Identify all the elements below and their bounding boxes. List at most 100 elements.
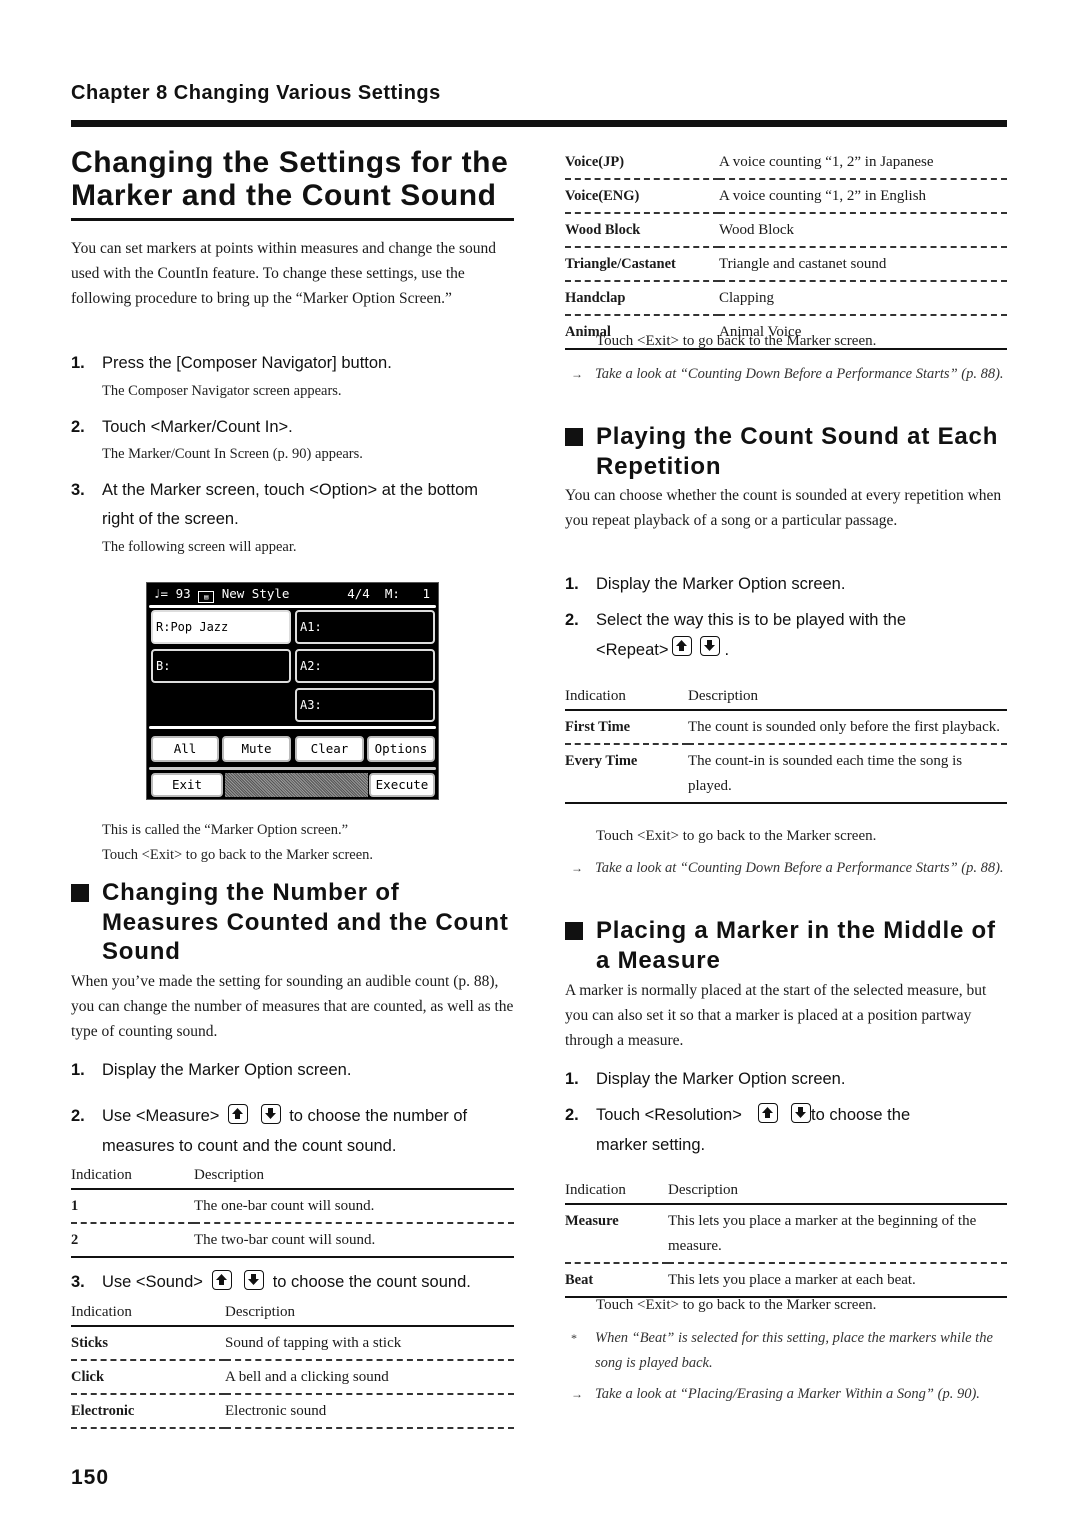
cross-reference: → Take a look at “Placing/Erasing a Mark… <box>565 1382 1007 1407</box>
step-result: The Composer Navigator screen appears. <box>102 383 342 399</box>
section2-step-2: 2. Select the way this is to be played w… <box>565 606 906 635</box>
screen-divider <box>149 767 436 770</box>
pad-rhythm[interactable]: R:Pop Jazz <box>151 610 291 644</box>
all-clear-button[interactable]: All Clear <box>151 736 219 778</box>
description-cell: The count-in is sounded each time the so… <box>688 744 1007 804</box>
procedure-step-2: 2. Touch <Marker/Count In>. <box>71 413 511 442</box>
column-header: Indication <box>565 683 688 711</box>
column-header: Description <box>194 1162 514 1190</box>
section-body: You can choose whether the count is soun… <box>565 487 1002 530</box>
table-row: Click A bell and a clicking sound <box>71 1360 514 1395</box>
indication-cell: Triangle/Castanet <box>565 247 719 282</box>
step-text: Use <Sound> <box>102 1273 203 1291</box>
screen-divider <box>149 605 436 608</box>
indication-cell: 1 <box>71 1189 194 1224</box>
section3-step-2: 2. Touch <Resolution> to choose the <box>565 1101 1007 1130</box>
exit-note: Touch <Exit> to go back to the Marker sc… <box>102 847 374 863</box>
down-arrow-icon <box>700 636 721 656</box>
intro-paragraph: You can set markers at points within mea… <box>71 240 497 308</box>
pad-a3[interactable]: A3: <box>295 688 435 722</box>
step-text: Press the [Composer Navigator] button. <box>102 354 392 372</box>
step-text: to choose the count sound. <box>272 1273 471 1291</box>
step-text: At the Marker screen, touch <Option> at … <box>102 481 479 528</box>
repeat-table: Indication Description First Time The coun… <box>565 683 1007 804</box>
indication-cell: Electronic <box>71 1394 225 1429</box>
description-cell: This lets you place a marker at the begi… <box>668 1204 1007 1264</box>
indication-cell: Voice(ENG) <box>565 179 719 214</box>
reference-link[interactable]: Take a look at “Placing/Erasing a Marker… <box>595 1382 980 1407</box>
table-row: Handclap Clapping <box>565 281 1007 316</box>
section-heading-marker-middle: Placing a Marker in the Middle of a Meas… <box>565 916 1007 975</box>
screen-divider <box>149 726 436 729</box>
execute-button[interactable]: Execute <box>369 773 435 797</box>
measure-readout: M: 1 <box>384 586 430 601</box>
caution-text: When “Beat” is selected for this setting… <box>595 1330 993 1371</box>
table-row: Measure This lets you place a marker at t… <box>565 1204 1007 1264</box>
step-text: <Repeat> <box>596 641 669 659</box>
table-row: Triangle/Castanet Triangle and castanet s… <box>565 247 1007 282</box>
step-number: 2. <box>565 611 579 629</box>
reference-link[interactable]: Take a look at “Counting Down Before a P… <box>595 856 1004 881</box>
screen-status-bar: ♩= 93 ▤ New Style 4/4 M: 1 <box>151 585 434 603</box>
pad-a2[interactable]: A2: <box>295 649 435 683</box>
table-row: 1 The one-bar count will sound. <box>71 1189 514 1224</box>
description-cell: This lets you place a marker at each bea… <box>668 1263 1007 1298</box>
down-arrow-icon <box>260 1104 281 1124</box>
description-cell: Wood Block <box>719 213 1007 248</box>
indication-cell: Wood Block <box>565 213 719 248</box>
reference-link[interactable]: Take a look at “Counting Down Before a P… <box>595 362 1004 387</box>
clear-button[interactable]: Clear <box>295 736 364 762</box>
table-row: Voice(JP) A voice counting “1, 2” in Japa… <box>565 146 1007 180</box>
step-number: 1. <box>565 1070 579 1088</box>
table-row: Voice(ENG) A voice counting “1, 2” in Eng… <box>565 179 1007 214</box>
chapter-heading: Chapter 8 Changing Various Settings <box>71 82 441 104</box>
options-button[interactable]: Options <box>367 736 435 762</box>
table-row: Electronic Electronic sound <box>71 1394 514 1429</box>
page-number: 150 <box>71 1466 110 1489</box>
step-number: 3. <box>71 481 85 499</box>
section1-step-2: 2. Use <Measure> to choose the number of <box>71 1102 516 1131</box>
down-arrow-icon <box>244 1270 265 1290</box>
column-header: Indication <box>565 1177 668 1205</box>
section1-step-1: 1. Display the Marker Option screen. <box>71 1056 351 1085</box>
arrow-icon: → <box>571 1387 583 1401</box>
indication-cell: Sticks <box>71 1326 225 1361</box>
measure-table: Indication Description 1 The one-bar count… <box>71 1162 514 1258</box>
step-result: The following screen will appear. <box>102 539 297 555</box>
exit-note: Touch <Exit> to go back to the Marker sc… <box>596 1297 877 1313</box>
tempo-readout: ♩= 93 <box>153 586 191 601</box>
section2-step-1: 1. Display the Marker Option screen. <box>565 570 845 599</box>
title-rule <box>71 218 514 221</box>
resolution-table: Indication Description Measure This lets y… <box>565 1177 1007 1298</box>
mute-button[interactable]: Mute <box>222 736 291 762</box>
page-title: Changing the Settings for the Marker and… <box>71 146 509 212</box>
description-cell: Sound of tapping with a stick <box>225 1326 514 1361</box>
square-bullet-icon <box>565 428 583 446</box>
pad-b[interactable]: B: <box>151 649 291 683</box>
description-cell: The one-bar count will sound. <box>194 1189 514 1224</box>
cross-reference: → Take a look at “Counting Down Before a… <box>565 362 1007 387</box>
step-text: Touch <Marker/Count In>. <box>102 418 293 436</box>
up-arrow-icon <box>228 1104 248 1124</box>
description-cell: Triangle and castanet sound <box>719 247 1007 282</box>
sound-table-part1: Indication Description Sticks Sound of tap… <box>71 1299 514 1429</box>
exit-button[interactable]: Exit <box>151 773 223 797</box>
step-text: Use <Measure> <box>102 1107 220 1125</box>
step-number: 2. <box>565 1106 579 1124</box>
style-icon: ▤ <box>198 591 215 603</box>
indication-cell: Click <box>71 1360 225 1395</box>
step-text: . <box>724 641 730 659</box>
up-arrow-icon <box>758 1103 779 1123</box>
table-row: Beat This lets you place a marker at each… <box>565 1263 1007 1298</box>
pad-a1[interactable]: A1: <box>295 610 435 644</box>
step-text: Touch <Resolution> <box>596 1106 742 1124</box>
up-arrow-icon <box>211 1270 232 1290</box>
screen-dither-bar <box>225 773 368 797</box>
section3-step-1: 1. Display the Marker Option screen. <box>565 1065 845 1094</box>
indication-cell: Voice(JP) <box>565 146 719 180</box>
square-bullet-icon <box>71 884 89 902</box>
table-row: Sticks Sound of tapping with a stick <box>71 1326 514 1361</box>
header-rule <box>71 120 1007 127</box>
description-cell: The two-bar count will sound. <box>194 1223 514 1258</box>
column-header: Description <box>688 683 1007 711</box>
